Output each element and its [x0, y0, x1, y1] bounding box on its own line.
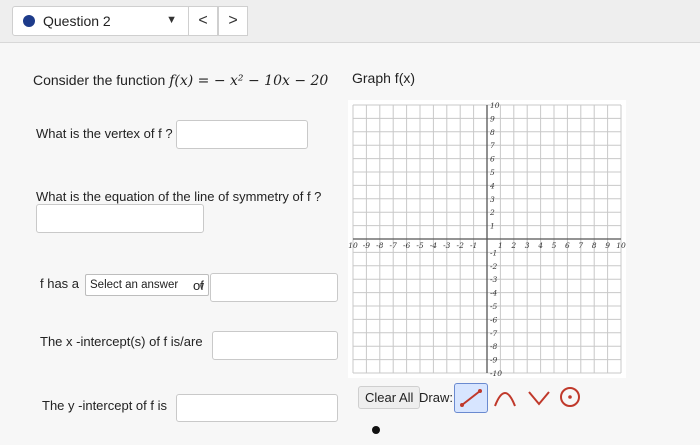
- question-status-dot: [23, 15, 35, 27]
- y-tick-label: -2: [490, 262, 498, 271]
- x-tick-label: 2: [510, 241, 516, 250]
- symmetry-question: What is the equation of the line of symm…: [36, 189, 322, 204]
- y-tick-label: 9: [490, 114, 495, 123]
- x-tick-label: 5: [552, 241, 557, 250]
- x-tick-label: 10: [348, 241, 358, 250]
- absolute-value-icon: [528, 391, 550, 406]
- next-question-button[interactable]: >: [218, 6, 248, 36]
- x-tick-label: -8: [376, 241, 384, 250]
- y-tick-label: -4: [490, 289, 498, 298]
- y-tick-label: 10: [490, 101, 500, 110]
- y-tick-label: -3: [490, 275, 498, 284]
- y-tick-label: -10: [490, 369, 502, 378]
- x-intercepts-question: The x -intercept(s) of f is/are: [40, 334, 203, 349]
- y-tick-label: 1: [490, 222, 495, 231]
- function-rhs: − x² − 10x − 20: [213, 73, 329, 89]
- x-tick-label: 3: [525, 241, 530, 250]
- y-tick-label: -7: [490, 329, 498, 338]
- y-tick-label: 8: [490, 128, 495, 137]
- function-lhs: f(x) =: [169, 73, 214, 89]
- x-intercepts-input[interactable]: [212, 331, 338, 360]
- cursor-dot: [372, 426, 380, 434]
- graph-label: Graph f(x): [352, 70, 416, 86]
- x-tick-label: -6: [403, 241, 411, 250]
- vertex-question: What is the vertex of f ?: [36, 126, 173, 141]
- extremum-input[interactable]: [210, 273, 338, 302]
- graph-area[interactable]: 10 -9 -8 -7 -6 -5 -4 -3 -2 -1 1 2 3 4 5 6 7 8 9 10 10 9 8 7 6 5 4 3…: [348, 100, 626, 378]
- y-tick-label: 7: [490, 141, 495, 150]
- x-tick-label: 7: [578, 241, 583, 250]
- circle-tool[interactable]: [554, 383, 586, 411]
- line-icon: [460, 389, 482, 407]
- coordinate-grid[interactable]: 10 -9 -8 -7 -6 -5 -4 -3 -2 -1 1 2 3 4 5 6 7 8 9 10109876543…: [348, 100, 626, 378]
- symmetry-input[interactable]: [36, 204, 204, 233]
- y-intercept-question: The y -intercept of f is: [42, 398, 167, 413]
- extremum-select[interactable]: Select an answer ∨: [85, 274, 209, 296]
- x-tick-label: 10: [616, 241, 626, 250]
- y-intercept-input[interactable]: [176, 394, 338, 422]
- x-tick-label: 1: [498, 241, 503, 250]
- line-tool[interactable]: [454, 383, 488, 413]
- circle-icon: [560, 387, 580, 407]
- y-tick-label: 2: [489, 208, 495, 217]
- y-tick-label: 3: [490, 195, 495, 204]
- dropdown-caret-icon: ▼: [166, 14, 177, 26]
- x-tick-label: -3: [443, 241, 451, 250]
- question-selector[interactable]: Question 2 ▼: [12, 6, 190, 36]
- x-tick-label: -9: [363, 241, 371, 250]
- parabola-tool[interactable]: [489, 383, 521, 411]
- x-tick-label: 4: [537, 241, 543, 250]
- y-tick-label: -1: [490, 248, 497, 257]
- clear-all-button[interactable]: Clear All: [358, 386, 421, 409]
- x-tick-label: 6: [565, 241, 570, 250]
- y-tick-label: 6: [490, 155, 495, 164]
- x-tick-label: -2: [457, 241, 465, 250]
- parabola-icon: [494, 392, 516, 407]
- y-tick-label: 4: [489, 181, 495, 190]
- y-tick-label: -6: [490, 315, 498, 324]
- x-tick-label: 8: [592, 241, 597, 250]
- x-tick-label: -7: [390, 241, 398, 250]
- x-tick-label: -1: [470, 241, 477, 250]
- intro-text: Consider the function: [33, 72, 166, 88]
- function-intro: Consider the function f(x) = − x² − 10x …: [33, 72, 328, 89]
- x-tick-label: -5: [416, 241, 424, 250]
- x-tick-label: 9: [605, 241, 610, 250]
- question-label: Question 2: [43, 13, 111, 29]
- select-value: Select an answer: [90, 279, 179, 291]
- y-tick-label: -5: [490, 302, 498, 311]
- has-a-label: f has a: [40, 276, 80, 291]
- draw-label: Draw:: [419, 390, 453, 405]
- y-tick-label: 5: [490, 168, 495, 177]
- y-tick-label: -9: [490, 356, 498, 365]
- vertex-input[interactable]: [176, 120, 308, 149]
- y-tick-label: -8: [490, 342, 498, 351]
- previous-question-button[interactable]: <: [188, 6, 218, 36]
- x-tick-label: -4: [430, 241, 438, 250]
- of-label: of: [193, 278, 204, 293]
- absolute-value-tool[interactable]: [523, 383, 555, 411]
